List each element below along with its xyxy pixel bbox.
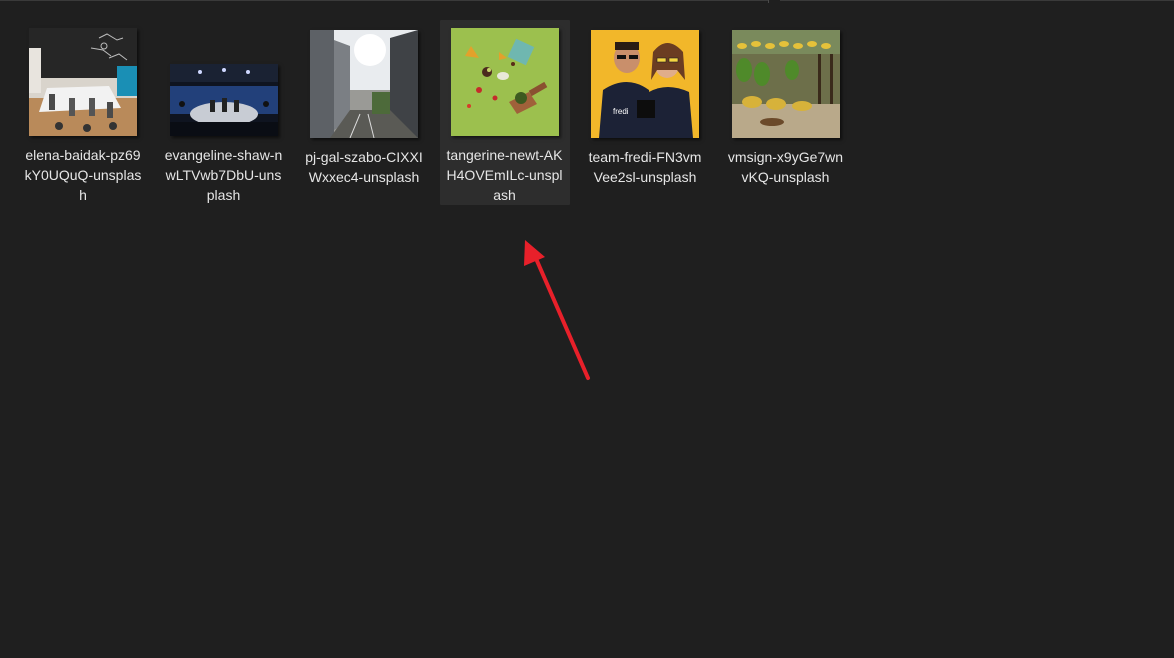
office-meeting-room-thumbnail xyxy=(29,28,137,136)
file-name-label: team-fredi-FN3vmVee2sl-unsplash xyxy=(588,149,702,185)
file-grid: elena-baidak-pz69kY0UQuQ-unsplash evange… xyxy=(18,20,861,205)
file-item-pj-gal-szabo[interactable]: pj-gal-szabo-CIXXIWxxec4-unsplash xyxy=(299,20,429,205)
file-item-vmsign[interactable]: vmsign-x9yGe7wnvKQ-unsplash xyxy=(721,20,851,205)
thumbnail-frame xyxy=(18,20,148,136)
thumbnail-frame xyxy=(159,20,289,136)
thumbnail-frame: fredi xyxy=(580,20,710,138)
svg-text:fredi: fredi xyxy=(613,107,629,116)
header-divider-right xyxy=(780,0,1174,1)
column-splitter[interactable] xyxy=(768,0,769,3)
file-explorer-content-pane: elena-baidak-pz69kY0UQuQ-unsplash evange… xyxy=(0,0,1174,658)
couple-yellow-background-thumbnail: fredi xyxy=(591,30,699,138)
file-name-label: elena-baidak-pz69kY0UQuQ-unsplash xyxy=(24,147,142,203)
header-divider xyxy=(0,0,768,1)
conference-stage-thumbnail xyxy=(169,64,278,136)
file-item-tangerine-newt[interactable]: tangerine-newt-AKH4OVEmILc-unsplash xyxy=(439,20,570,205)
banana-market-thumbnail xyxy=(731,30,840,138)
file-name-label: tangerine-newt-AKH4OVEmILc-unsplash xyxy=(446,147,563,203)
thumbnail-frame xyxy=(299,20,429,138)
file-name-label: pj-gal-szabo-CIXXIWxxec4-unsplash xyxy=(305,149,423,185)
file-item-evangeline-shaw[interactable]: evangeline-shaw-nwLTVwb7DbU-unsplash xyxy=(159,20,289,205)
city-walkway-thumbnail xyxy=(310,30,418,138)
thumbnail-frame xyxy=(440,20,570,136)
thumbnail-frame xyxy=(721,20,851,138)
floating-food-green-thumbnail xyxy=(450,28,559,136)
file-name-label: evangeline-shaw-nwLTVwb7DbU-unsplash xyxy=(164,147,283,203)
file-name-label: vmsign-x9yGe7wnvKQ-unsplash xyxy=(727,149,844,185)
file-item-elena-baidak[interactable]: elena-baidak-pz69kY0UQuQ-unsplash xyxy=(18,20,148,205)
file-item-team-fredi[interactable]: fredi team-fredi-FN3vmVee2sl-unsplash xyxy=(580,20,710,205)
